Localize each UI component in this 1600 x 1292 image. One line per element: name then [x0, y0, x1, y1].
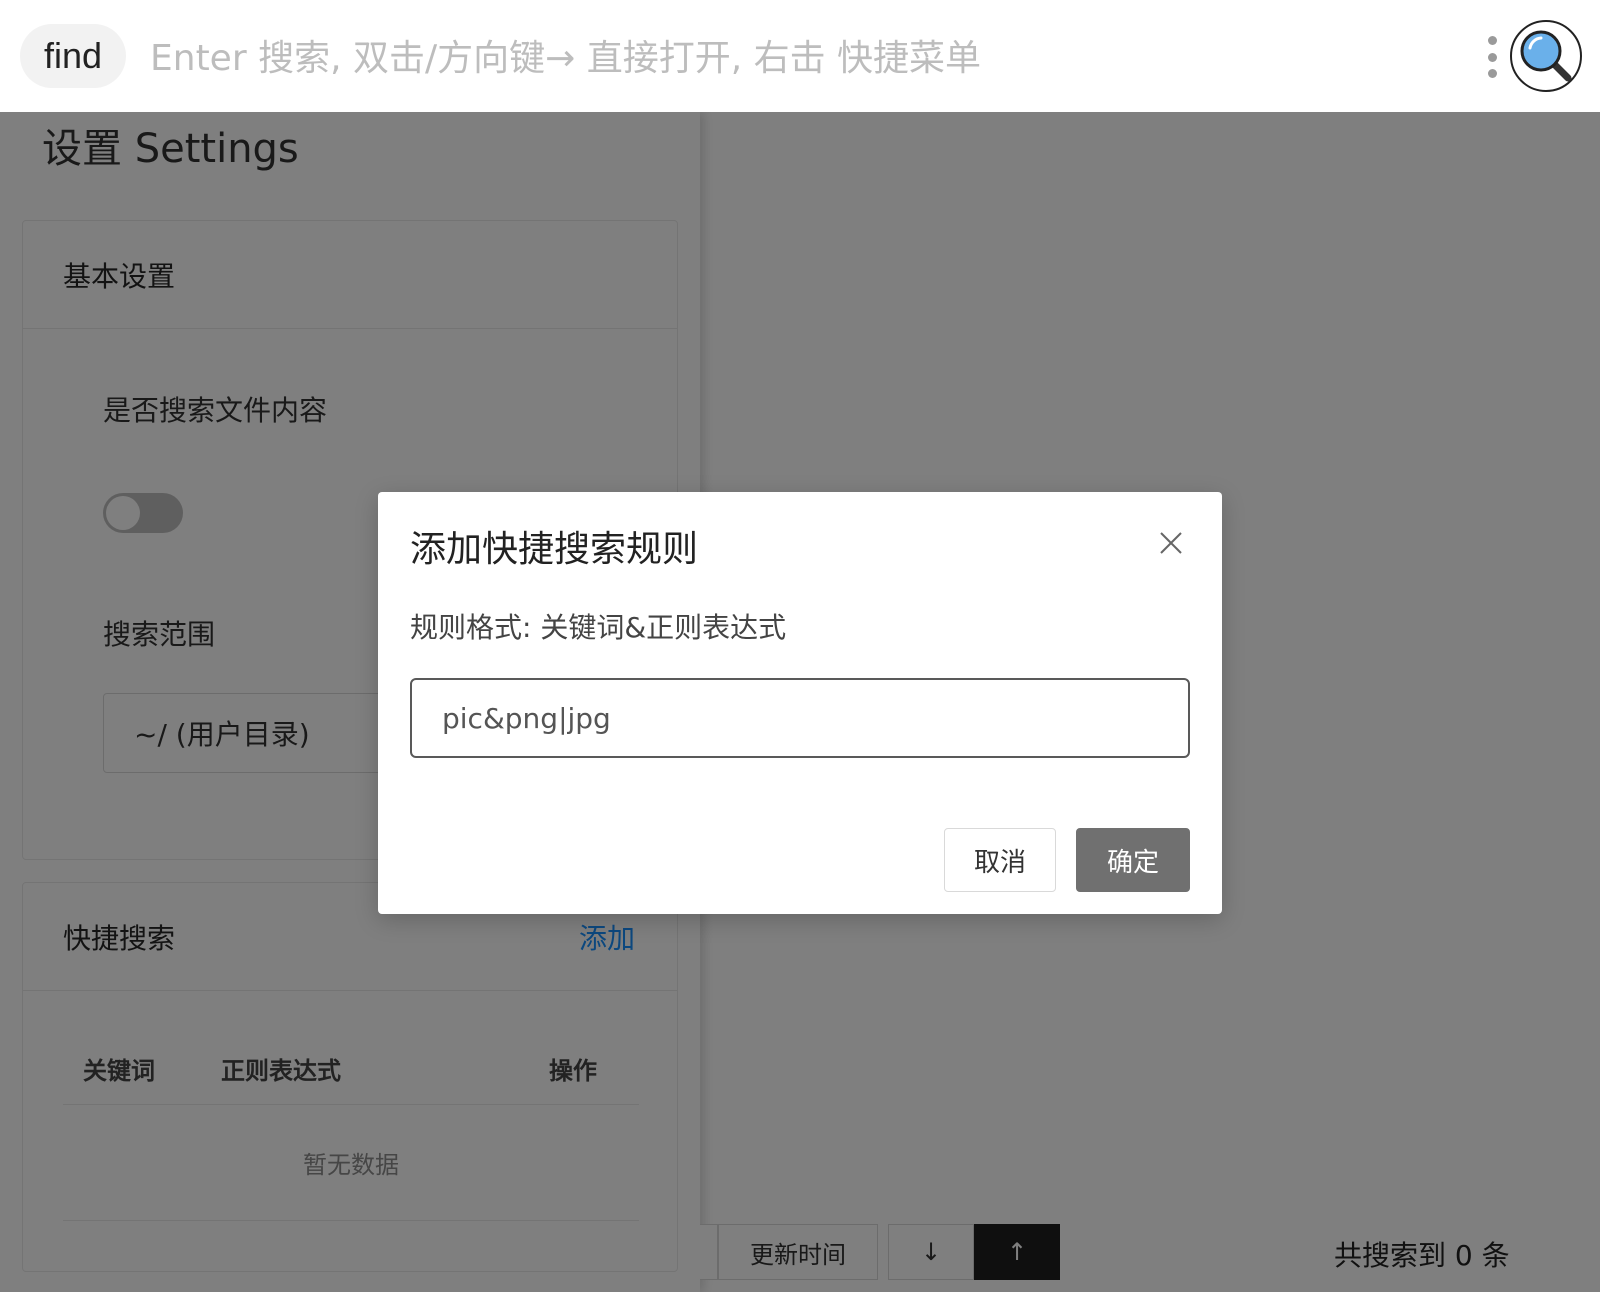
rule-input[interactable] — [410, 678, 1190, 758]
magnifier-icon — [1520, 30, 1572, 82]
kebab-menu-icon[interactable] — [1484, 36, 1500, 78]
add-rule-modal: 添加快捷搜索规则 规则格式: 关键词&正则表达式 取消 确定 — [378, 492, 1222, 914]
search-input[interactable] — [150, 30, 1450, 86]
rule-format-hint: 规则格式: 关键词&正则表达式 — [410, 611, 787, 644]
cancel-button[interactable]: 取消 — [944, 828, 1056, 892]
modal-title: 添加快捷搜索规则 — [410, 529, 699, 570]
top-search-bar: find — [0, 0, 1600, 112]
search-button[interactable] — [1510, 20, 1582, 92]
find-mode-chip[interactable]: find — [20, 24, 126, 88]
close-icon[interactable] — [1156, 528, 1186, 558]
confirm-button[interactable]: 确定 — [1076, 828, 1190, 892]
